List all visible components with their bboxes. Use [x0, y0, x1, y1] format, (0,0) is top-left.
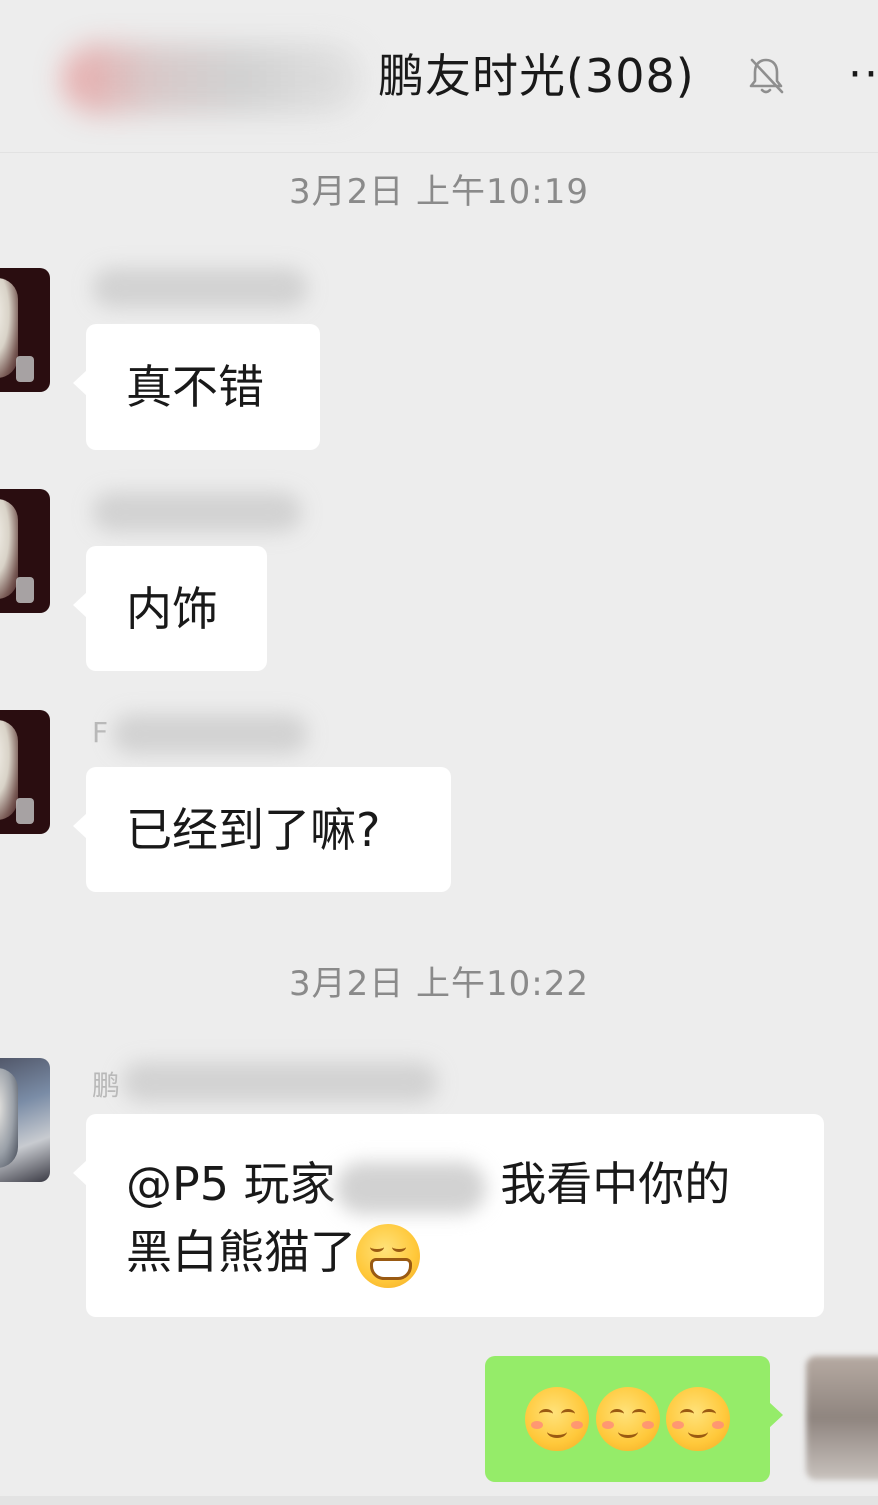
message-text: 我看中你的 — [500, 1157, 731, 1211]
chat-title[interactable]: 鹏友时光(308) — [378, 40, 695, 112]
timestamp: 3月2日 上午10:22 — [288, 964, 590, 1004]
chat-header: 鹏友时光(308) ·· — [0, 0, 878, 153]
my-avatar[interactable] — [806, 1356, 878, 1480]
mention-text[interactable]: @P5 玩家 — [126, 1157, 336, 1211]
message-line: @P5 玩家 我看中你的 — [126, 1150, 784, 1218]
grinning-face-emoji — [356, 1223, 420, 1288]
message-text: 已经到了嘛? — [126, 803, 381, 857]
avatar[interactable] — [0, 489, 50, 613]
message-line: 黑白熊猫了 — [126, 1218, 784, 1288]
avatar[interactable] — [0, 1058, 50, 1182]
bell-slash-icon — [749, 58, 784, 94]
message-bubble[interactable]: @P5 玩家 我看中你的 黑白熊猫了 — [73, 1114, 824, 1317]
sender-name-blurred — [92, 492, 302, 532]
my-message-bubble[interactable] — [485, 1356, 783, 1482]
sender-name-fragment: 鹏 — [92, 1069, 121, 1102]
smiling-face-emoji — [525, 1387, 589, 1451]
message-bubble[interactable]: 内饰 — [73, 546, 267, 671]
sender-name-fragment: F — [92, 716, 109, 749]
timestamp: 3月2日 上午10:19 — [288, 172, 590, 212]
avatar[interactable] — [0, 268, 50, 392]
message-bubble[interactable]: 真不错 — [73, 324, 320, 450]
more-dots-icon[interactable]: ·· — [848, 53, 878, 97]
sender-name-blurred — [92, 268, 308, 308]
mention-name-blurred — [335, 1161, 486, 1214]
message-text: 内饰 — [126, 582, 218, 636]
avatar[interactable] — [0, 710, 50, 834]
sender-name-blurred — [112, 714, 308, 754]
input-bar-edge — [0, 1496, 878, 1505]
message-text: 黑白熊猫了 — [126, 1225, 356, 1279]
message-bubble[interactable]: 已经到了嘛? — [73, 767, 451, 892]
smiling-face-emoji — [666, 1387, 730, 1451]
sender-name-blurred — [122, 1062, 438, 1102]
message-text: 真不错 — [126, 360, 264, 414]
smiling-face-emoji — [595, 1387, 660, 1451]
back-button-blurred[interactable] — [62, 44, 362, 114]
